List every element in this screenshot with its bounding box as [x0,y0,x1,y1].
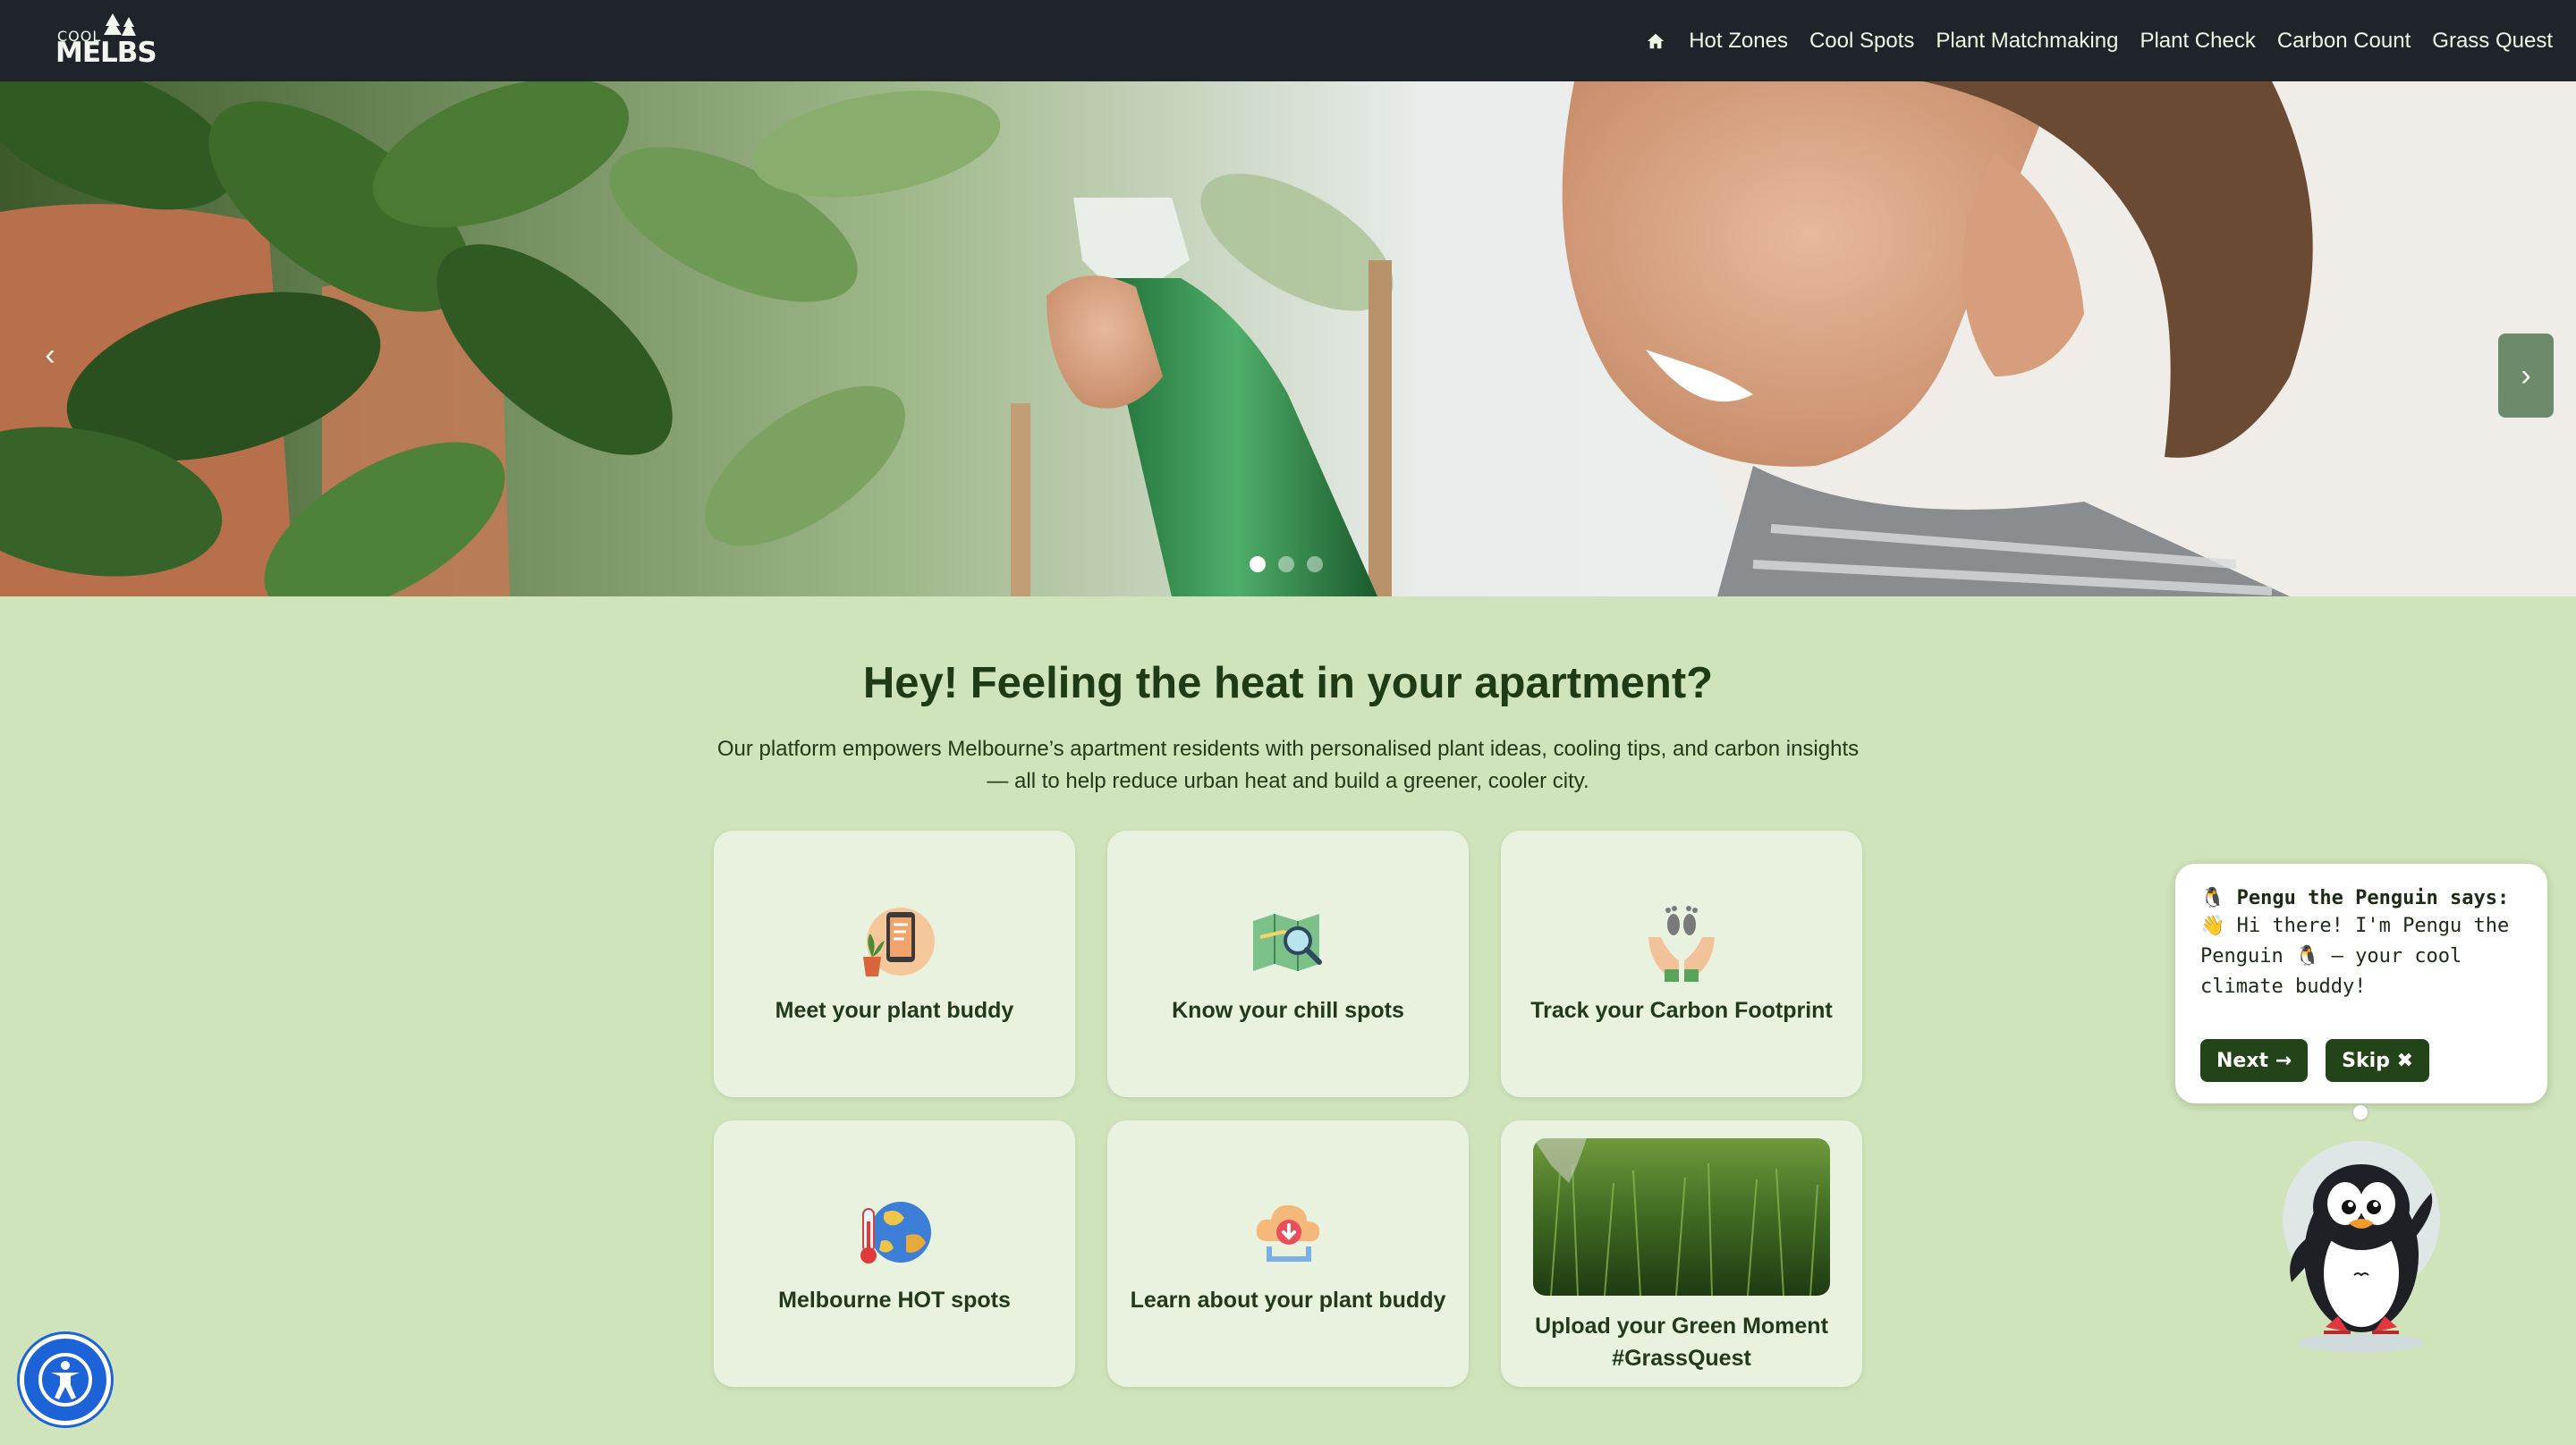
nav-hot-zones[interactable]: Hot Zones [1689,29,1788,54]
card-label: Learn about your plant buddy [1130,1288,1446,1313]
hero-image-woman-watering-plants [0,81,2576,596]
cloud-download-icon [1256,1204,1320,1262]
card-melbourne-hot-spots[interactable]: Melbourne HOT spots [714,1120,1075,1387]
pengu-next-button[interactable]: Next → [2200,1039,2309,1082]
card-meet-plant-buddy[interactable]: Meet your plant buddy [714,831,1075,1097]
nav-cool-spots[interactable]: Cool Spots [1809,29,1914,54]
carousel-dot-2[interactable] [1278,556,1294,572]
carousel-indicators [1250,556,1323,572]
card-upload-green-moment[interactable]: Upload your Green Moment #GrassQuest [1501,1120,1862,1387]
card-label: Melbourne HOT spots [778,1288,1011,1313]
speech-tail [2353,1105,2368,1120]
nav-plant-check[interactable]: Plant Check [2140,29,2255,54]
card-label: Meet your plant buddy [775,998,1014,1023]
carousel-next-button[interactable]: › [2498,334,2554,418]
accessibility-icon [38,1353,92,1407]
hero-carousel: ‹ › [0,81,2576,596]
pengu-skip-button[interactable]: Skip ✖ [2326,1039,2429,1082]
phone-plant-icon [863,908,935,976]
logo-main-text: MELBS [55,36,157,69]
home-icon [1648,33,1665,48]
nav-plant-matchmaking[interactable]: Plant Matchmaking [1936,29,2118,54]
carousel-dot-3[interactable] [1307,556,1323,572]
top-navbar: COOL MELBS Hot Zones Cool Spots Plant Ma… [0,0,2576,81]
card-label: Know your chill spots [1172,998,1404,1023]
pengu-penguin-mascot[interactable] [2272,1121,2451,1354]
accessibility-button[interactable] [20,1334,111,1425]
map-search-icon [1253,914,1322,971]
pine-trees-icon [104,13,136,36]
grass-photo [1533,1138,1830,1296]
card-label: Upload your Green Moment #GrassQuest [1535,1314,1828,1371]
hot-globe-icon [860,1202,931,1263]
card-know-chill-spots[interactable]: Know your chill spots [1107,831,1469,1097]
nav-links: Hot Zones Cool Spots Plant Matchmaking P… [1646,0,2553,81]
card-track-carbon-footprint[interactable]: Track your Carbon Footprint [1501,831,1862,1097]
hands-footprint-icon [1648,906,1715,982]
intro-text: Our platform empowers Melbourne’s apartm… [716,737,1860,793]
cool-melbs-logo[interactable]: COOL MELBS [55,10,157,72]
card-learn-plant-buddy[interactable]: Learn about your plant buddy [1107,1120,1469,1387]
pengu-title: 🐧 Pengu the Penguin says: [2200,887,2510,909]
carousel-dot-1[interactable] [1250,556,1266,572]
pengu-speech-bubble: 🐧 Pengu the Penguin says: 👋 Hi there! I'… [2175,864,2547,1103]
home-link[interactable] [1646,31,1665,51]
carousel-prev-button[interactable]: ‹ [27,332,73,378]
pengu-buttons: Next → Skip ✖ [2200,1039,2429,1082]
pengu-message: 👋 Hi there! I'm Pengu the Penguin 🐧 — yo… [2200,915,2510,998]
nav-grass-quest[interactable]: Grass Quest [2432,29,2553,54]
card-label: Track your Carbon Footprint [1530,998,1833,1023]
page-headline: Hey! Feeling the heat in your apartment? [862,659,1714,707]
nav-carbon-count[interactable]: Carbon Count [2277,29,2411,54]
